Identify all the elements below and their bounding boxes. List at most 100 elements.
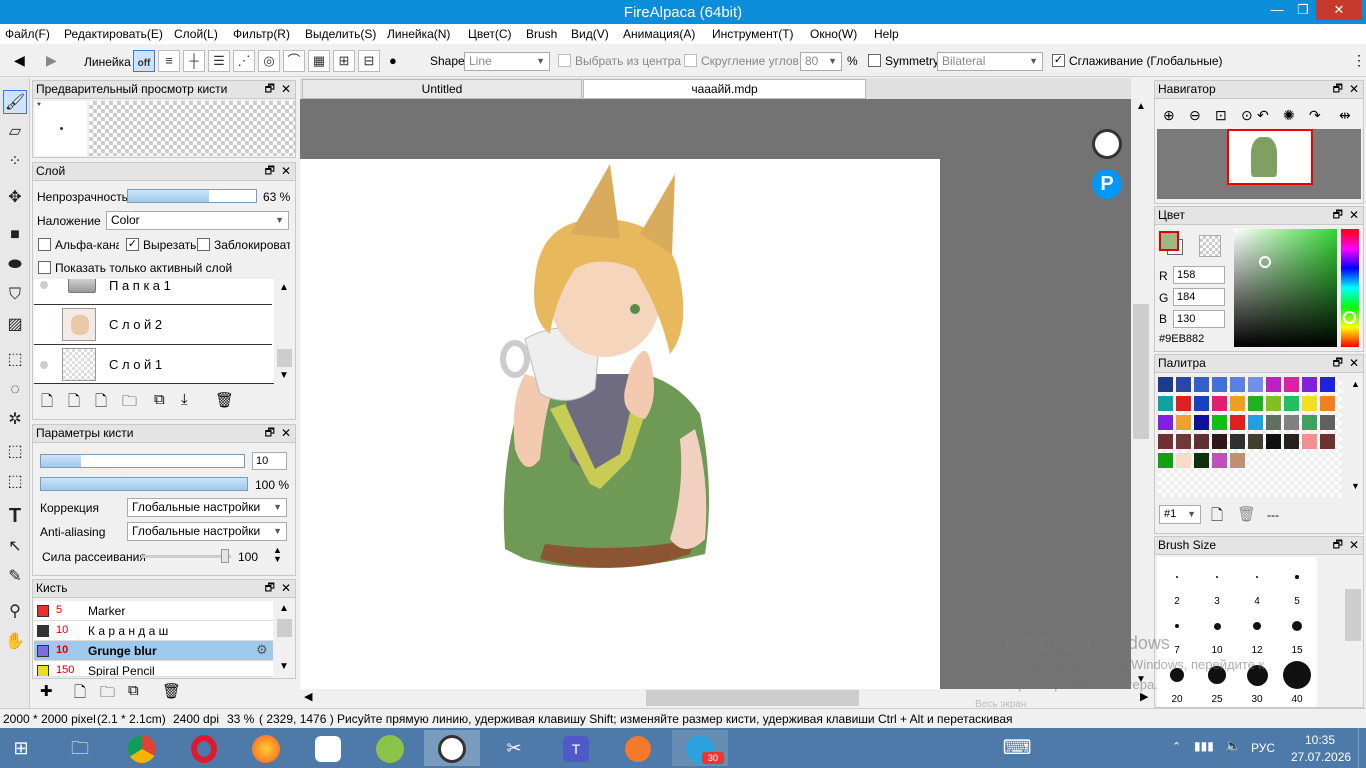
delete-brush-icon[interactable]: 🗑 [162, 682, 181, 700]
teams-icon[interactable]: T [554, 730, 598, 766]
close-button[interactable]: ✕ [1316, 0, 1362, 20]
palette-swatch[interactable] [1176, 434, 1191, 449]
palette-swatch[interactable] [1284, 415, 1299, 430]
volume-icon[interactable]: 🔈 [1225, 738, 1241, 754]
brush-item[interactable]: 10 К а р а н д а ш [34, 621, 273, 641]
palette-swatch[interactable] [1212, 453, 1227, 468]
saturation-value-picker[interactable] [1234, 229, 1337, 347]
select-tool-icon[interactable]: ⬚ [3, 348, 27, 372]
brush-size-input[interactable]: 10 [252, 452, 287, 470]
hue-slider-handle[interactable] [1343, 311, 1356, 324]
scroll-thumb[interactable] [1133, 304, 1149, 439]
canvas-paper[interactable] [300, 159, 940, 689]
canvas-vscrollbar[interactable]: ▲ ▼ [1131, 99, 1151, 689]
palette-swatch[interactable] [1248, 396, 1263, 411]
palette-swatch[interactable] [1194, 453, 1209, 468]
palette-swatch[interactable] [1302, 415, 1317, 430]
toolbar-overflow-icon[interactable]: ⋮ [1352, 52, 1366, 69]
menu-edit[interactable]: Редактировать(E) [64, 27, 163, 41]
operation-tool-icon[interactable]: ↖ [3, 535, 27, 559]
new-palette-icon[interactable]: 🗋 [1211, 505, 1223, 530]
eyedropper-tool-icon[interactable]: ⚲ [3, 600, 27, 624]
brush-size-slider[interactable] [40, 454, 245, 468]
ruler-vanish-icon[interactable]: ⊟ [358, 50, 380, 72]
minimize-button[interactable]: — [1264, 0, 1290, 20]
close-icon[interactable]: ✕ [1349, 81, 1359, 98]
merge-down-icon[interactable]: ⤓ [181, 391, 188, 408]
r-input[interactable]: 158 [1173, 266, 1225, 284]
navigator-preview[interactable] [1157, 129, 1361, 199]
restore-icon[interactable]: 🗗 [265, 425, 275, 442]
show-hidden-icon[interactable]: ⌃ [1172, 740, 1181, 753]
close-icon[interactable]: ✕ [1349, 537, 1359, 554]
layer-row[interactable]: П а п к а 1 [34, 279, 272, 305]
symmetry-select[interactable]: Bilateral ▼ [937, 52, 1043, 71]
palette-swatch[interactable] [1230, 415, 1245, 430]
ruler-parallel-icon[interactable]: ≡ [158, 50, 180, 72]
palette-swatch[interactable] [1284, 396, 1299, 411]
palette-swatch[interactable] [1158, 453, 1173, 468]
palette-swatch[interactable] [1158, 434, 1173, 449]
palette-swatch[interactable] [1302, 434, 1317, 449]
clip-checkbox[interactable]: ✓ [126, 238, 139, 251]
palette-swatch[interactable] [1320, 434, 1335, 449]
menu-animation[interactable]: Анимация(A) [623, 27, 695, 41]
ruler-curve-icon[interactable]: ⌒ [283, 50, 305, 72]
show-desktop-button[interactable] [1358, 728, 1366, 768]
foreground-color-swatch[interactable] [1159, 231, 1179, 251]
new-folder-icon[interactable]: 🗀 [122, 391, 137, 416]
brush-size-dot[interactable] [1283, 661, 1311, 689]
divide-tool-icon[interactable]: ✎ [3, 565, 27, 589]
close-icon[interactable]: ✕ [1349, 355, 1359, 372]
palette-swatch[interactable] [1266, 396, 1281, 411]
menu-help[interactable]: Help [874, 27, 899, 41]
scroll-thumb[interactable] [646, 690, 859, 706]
scroll-down-icon[interactable]: ▼ [279, 370, 289, 381]
magic-wand-icon[interactable]: ✲ [3, 408, 27, 432]
palette-swatch[interactable] [1158, 396, 1173, 411]
brush-item[interactable]: 150 Spiral Pencil [34, 661, 273, 677]
scatter-spinner-icon[interactable]: ▲ ▼ [273, 546, 282, 564]
firefox-icon[interactable] [244, 730, 288, 766]
alpaca-logo-icon[interactable] [1092, 129, 1122, 159]
palette-swatch[interactable] [1248, 377, 1263, 392]
round-corners-checkbox[interactable] [684, 54, 697, 67]
shape-tool-icon[interactable]: ⬬ [3, 253, 27, 277]
menu-ruler[interactable]: Линейка(N) [387, 27, 450, 41]
antialias-checkbox[interactable]: ✓ [1052, 54, 1065, 67]
brush-size-dot[interactable] [1176, 576, 1178, 578]
close-icon[interactable]: ✕ [281, 163, 291, 180]
opacity-slider[interactable] [127, 189, 257, 203]
rectangle-tool-icon[interactable]: ■ [3, 223, 27, 247]
palette-swatch[interactable] [1248, 434, 1263, 449]
symmetry-checkbox[interactable] [868, 54, 881, 67]
brush-item-selected[interactable]: 10 Grunge blur ⚙ [34, 641, 273, 661]
close-icon[interactable]: ✕ [281, 425, 291, 442]
from-center-checkbox[interactable] [558, 54, 571, 67]
scroll-up-icon[interactable]: ▲ [279, 603, 289, 614]
sv-picker-handle[interactable] [1259, 256, 1271, 268]
palette-swatch[interactable] [1320, 377, 1335, 392]
move-tool-icon[interactable]: ✥ [3, 186, 27, 210]
scroll-down-icon[interactable]: ▼ [279, 661, 289, 672]
brush-tool-icon[interactable]: 🖌 [3, 90, 27, 114]
tool-app-icon[interactable]: ✂ [492, 730, 536, 766]
ruler-cross-icon[interactable]: ┼ [183, 50, 205, 72]
menu-filter[interactable]: Фильтр(R) [233, 27, 290, 41]
round-value-select[interactable]: 80 ▼ [800, 52, 842, 71]
scatter-slider[interactable] [141, 549, 231, 563]
fit-window-icon[interactable]: ⊡ [1215, 107, 1227, 124]
ruler-radial-icon[interactable]: ⋰ [233, 50, 255, 72]
gradient-tool-icon[interactable]: ▨ [3, 313, 27, 337]
messenger-icon[interactable] [306, 730, 350, 766]
transparent-color-swatch[interactable] [1199, 235, 1221, 257]
opera-icon[interactable] [182, 730, 226, 766]
add-brush-icon[interactable]: ✚ [40, 682, 53, 700]
menu-file[interactable]: Файл(F) [5, 27, 50, 41]
close-icon[interactable]: ✕ [1349, 207, 1359, 224]
correction-select[interactable]: Глобальные настройки ▼ [127, 498, 287, 517]
lime-app-icon[interactable] [368, 730, 412, 766]
brush-size-dot[interactable] [1252, 621, 1262, 631]
scroll-up-icon[interactable]: ▲ [1351, 379, 1360, 389]
brush-folder-icon[interactable]: 🗀 [100, 682, 115, 707]
